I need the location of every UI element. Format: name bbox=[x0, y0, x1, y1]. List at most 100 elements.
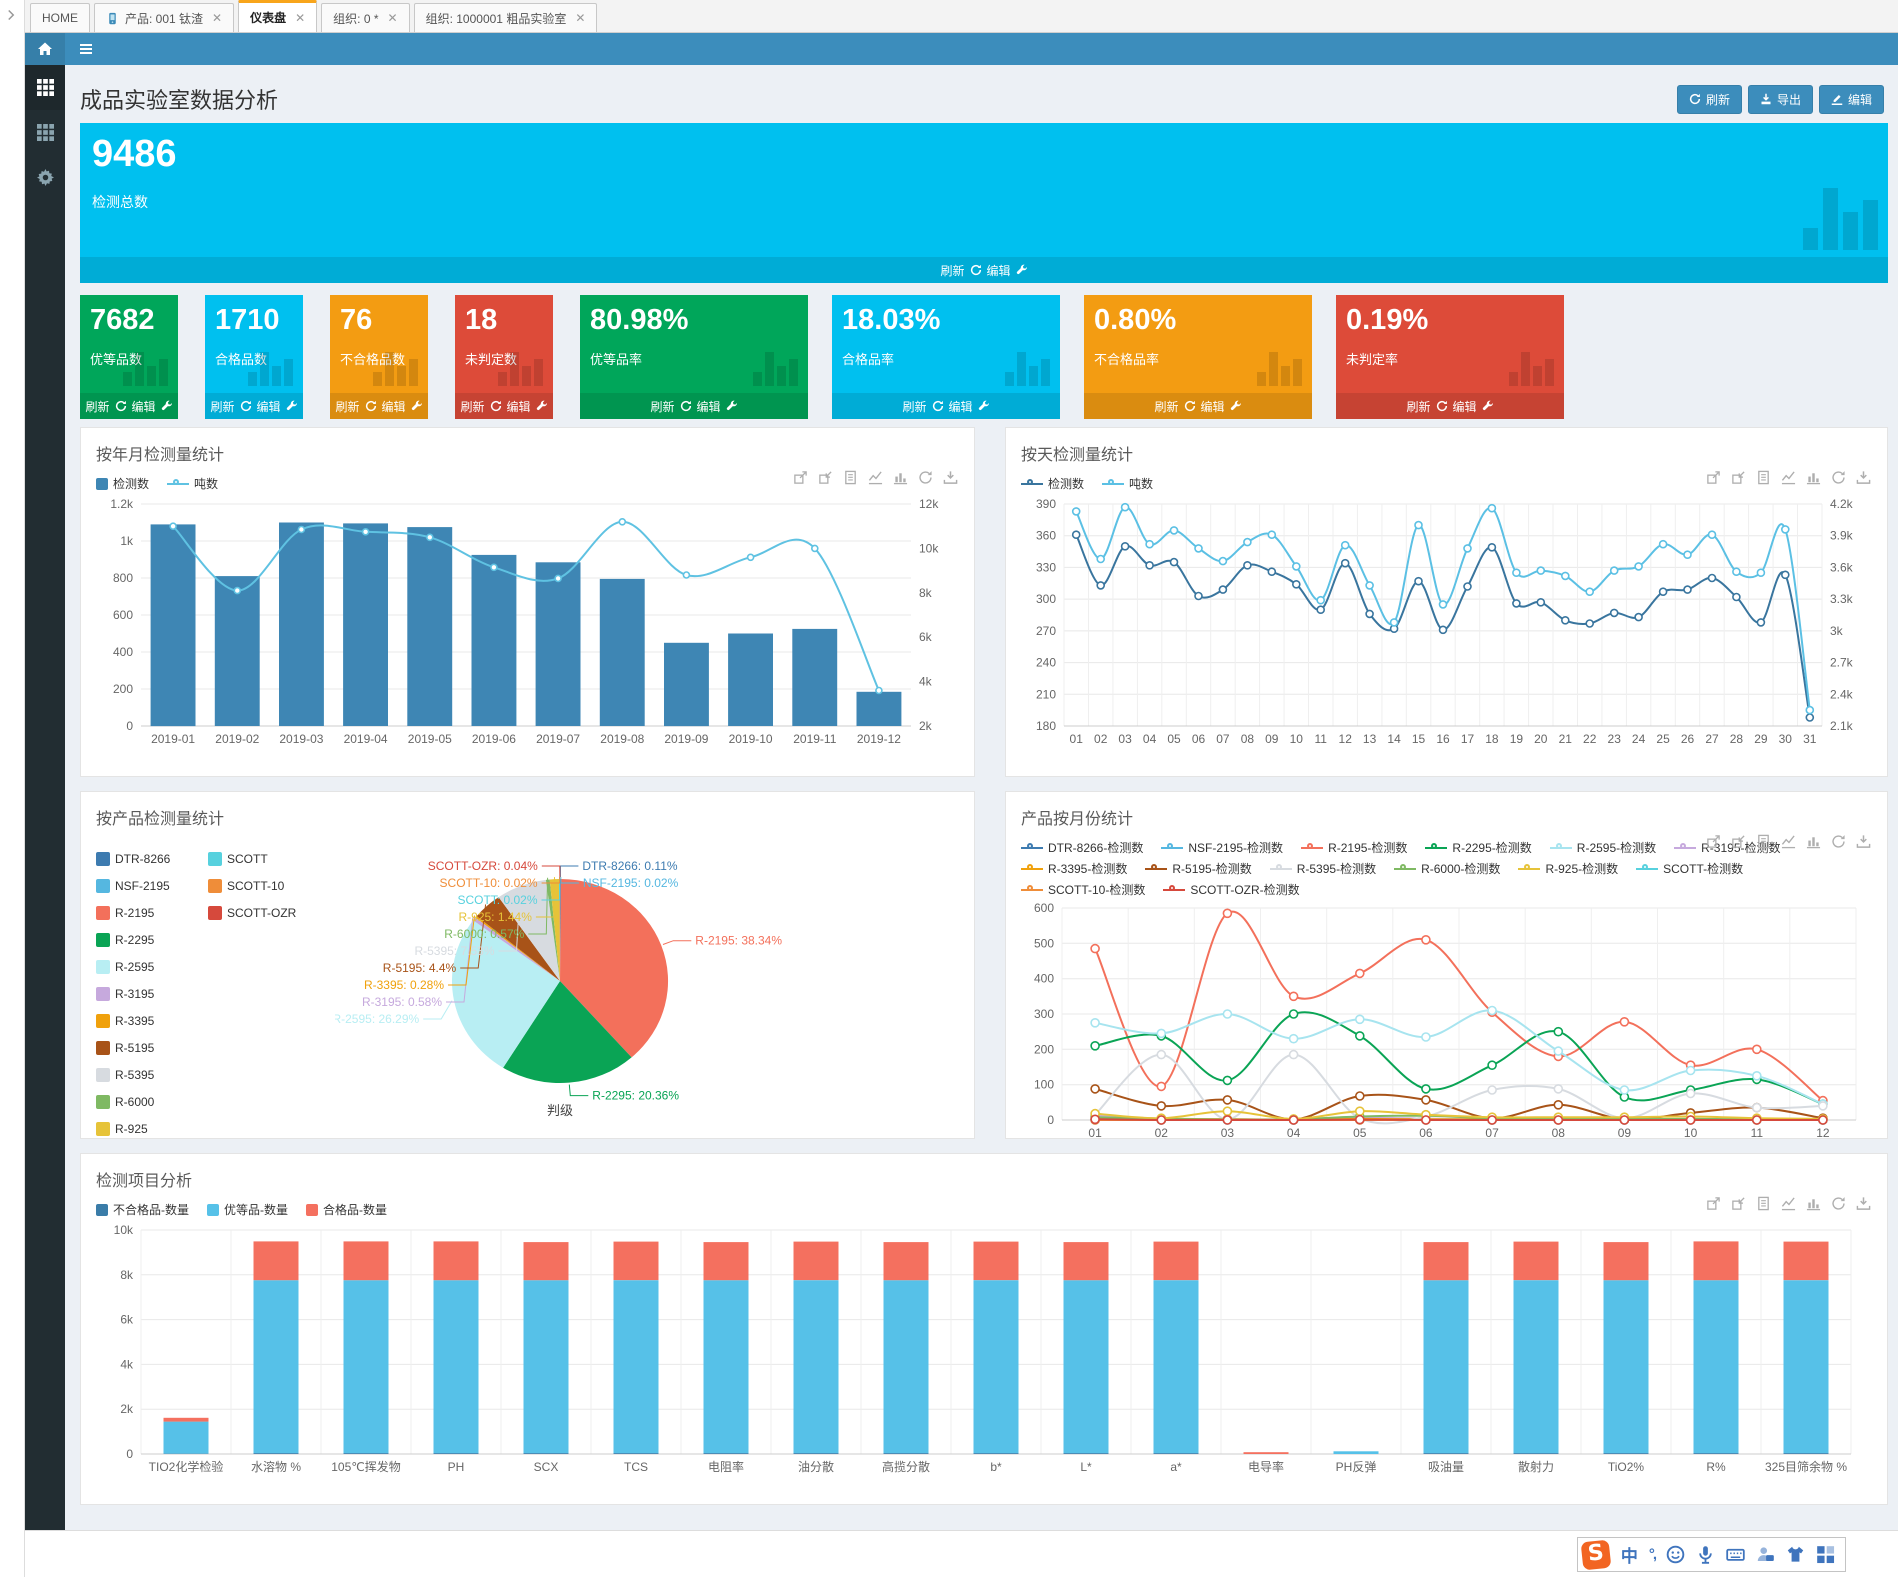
sidebar-item-settings-gear[interactable] bbox=[25, 155, 65, 200]
toolbox-switch-line-icon[interactable] bbox=[1781, 470, 1796, 485]
refresh-button[interactable]: 刷新 bbox=[1677, 85, 1742, 114]
legend-item-不合格品-数量[interactable]: 不合格品-数量 bbox=[96, 1201, 189, 1218]
skin-icon[interactable] bbox=[1786, 1545, 1805, 1564]
card-footer[interactable]: 刷新编辑 bbox=[832, 393, 1060, 419]
tab-item-4[interactable]: 组织: 1000001 粗品实验室✕ bbox=[414, 3, 598, 32]
legend-item-R-5395-检测数[interactable]: R-5395-检测数 bbox=[1270, 860, 1376, 877]
microphone-icon[interactable] bbox=[1696, 1545, 1715, 1564]
legend-item-R-6000-检测数[interactable]: R-6000-检测数 bbox=[1394, 860, 1500, 877]
pie-canvas[interactable]: DTR-8266: 0.11%NSF-2195: 0.02%R-2195: 38… bbox=[323, 829, 970, 1142]
sidebar-item-modules-grid[interactable] bbox=[25, 110, 65, 155]
card-footer[interactable]: 刷新编辑 bbox=[580, 393, 808, 419]
tab-home[interactable]: HOME bbox=[30, 3, 90, 32]
toolbox-save-image-icon[interactable] bbox=[1856, 1196, 1871, 1211]
legend-item-R-2195-检测数[interactable]: R-2195-检测数 bbox=[1301, 839, 1407, 856]
toolbox-switch-line-icon[interactable] bbox=[868, 470, 883, 485]
toolbox-save-image-icon[interactable] bbox=[1856, 470, 1871, 485]
toolbox-zoom-reset-icon[interactable] bbox=[1731, 834, 1746, 849]
chart-canvas[interactable]: 02k4k6k8k10kTIO2化学检验水溶物 %105℃挥发物PHSCXTCS… bbox=[81, 1218, 1887, 1491]
legend-item-R-925[interactable]: R-925 bbox=[96, 1115, 208, 1142]
toolbox-switch-line-icon[interactable] bbox=[1781, 1196, 1796, 1211]
card-footer[interactable]: 刷新编辑 bbox=[1336, 393, 1564, 419]
toolbox-save-image-icon[interactable] bbox=[1856, 834, 1871, 849]
toolbox-region-zoom-icon[interactable] bbox=[1706, 470, 1721, 485]
card-footer[interactable]: 刷新编辑 bbox=[205, 393, 303, 419]
punctuation-toggle[interactable]: °, bbox=[1649, 1546, 1655, 1563]
legend-item-合格品-数量[interactable]: 合格品-数量 bbox=[306, 1201, 387, 1218]
legend-item-R-925-检测数[interactable]: R-925-检测数 bbox=[1518, 860, 1618, 877]
chart-canvas[interactable]: 1802102402703003303603902.1k2.4k2.7k3k3.… bbox=[1006, 492, 1887, 759]
legend-item-SCOTT-OZR[interactable]: SCOTT-OZR bbox=[208, 899, 328, 926]
toolbox-grid-icon[interactable] bbox=[1816, 1545, 1835, 1564]
toolbox-data-view-icon[interactable] bbox=[1756, 834, 1771, 849]
toolbox-data-view-icon[interactable] bbox=[843, 470, 858, 485]
toolbox-switch-bar-icon[interactable] bbox=[1806, 1196, 1821, 1211]
legend-item-SCOTT-检测数[interactable]: SCOTT-检测数 bbox=[1636, 860, 1743, 877]
toolbox-switch-line-icon[interactable] bbox=[1781, 834, 1796, 849]
legend-item-DTR-8266-检测数[interactable]: DTR-8266-检测数 bbox=[1021, 839, 1143, 856]
tab-dashboard[interactable]: 仪表盘✕ bbox=[238, 0, 317, 32]
tab-close-icon[interactable]: ✕ bbox=[388, 11, 398, 25]
toolbox-region-zoom-icon[interactable] bbox=[1706, 834, 1721, 849]
legend-item-优等品-数量[interactable]: 优等品-数量 bbox=[207, 1201, 288, 1218]
legend-item-检测数[interactable]: 检测数 bbox=[1021, 475, 1084, 492]
box-footer[interactable]: 刷新编辑 bbox=[80, 257, 1888, 283]
toolbox-zoom-reset-icon[interactable] bbox=[1731, 470, 1746, 485]
toolbox-switch-bar-icon[interactable] bbox=[1806, 834, 1821, 849]
toolbox-region-zoom-icon[interactable] bbox=[1706, 1196, 1721, 1211]
chinese-mode-toggle[interactable]: 中 bbox=[1621, 1542, 1638, 1567]
legend-item-R-2195[interactable]: R-2195 bbox=[96, 899, 208, 926]
toolbox-data-view-icon[interactable] bbox=[1756, 470, 1771, 485]
legend-item-R-3195[interactable]: R-3195 bbox=[96, 980, 208, 1007]
tab-item-3[interactable]: 组织: 0 *✕ bbox=[321, 3, 409, 32]
legend-item-R-2595-检测数[interactable]: R-2595-检测数 bbox=[1550, 839, 1656, 856]
toolbox-switch-bar-icon[interactable] bbox=[893, 470, 908, 485]
tab-close-icon[interactable]: ✕ bbox=[295, 11, 305, 25]
tab-close-icon[interactable]: ✕ bbox=[212, 11, 222, 25]
tab-close-icon[interactable]: ✕ bbox=[575, 11, 585, 25]
card-footer[interactable]: 刷新编辑 bbox=[1084, 393, 1312, 419]
legend-item-R-2295[interactable]: R-2295 bbox=[96, 926, 208, 953]
legend-item-R-5195[interactable]: R-5195 bbox=[96, 1034, 208, 1061]
sidebar-item-dashboard-grid[interactable] bbox=[25, 65, 65, 110]
toolbox-region-zoom-icon[interactable] bbox=[793, 470, 808, 485]
legend-item-NSF-2195-检测数[interactable]: NSF-2195-检测数 bbox=[1161, 839, 1283, 856]
legend-item-R-6000[interactable]: R-6000 bbox=[96, 1088, 208, 1115]
chart-canvas[interactable]: 02004006008001k1.2k2k4k6k8k10k12k2019-01… bbox=[81, 492, 974, 759]
emoji-icon[interactable] bbox=[1666, 1545, 1685, 1564]
toolbox-switch-bar-icon[interactable] bbox=[1806, 470, 1821, 485]
legend-item-R-3395-检测数[interactable]: R-3395-检测数 bbox=[1021, 860, 1127, 877]
account-icon[interactable] bbox=[1756, 1545, 1775, 1564]
toolbox-restore-icon[interactable] bbox=[1831, 834, 1846, 849]
legend-item-检测数[interactable]: 检测数 bbox=[96, 475, 149, 492]
toolbox-data-view-icon[interactable] bbox=[1756, 1196, 1771, 1211]
legend-item-DTR-8266[interactable]: DTR-8266 bbox=[96, 845, 208, 872]
legend-item-R-2295-检测数[interactable]: R-2295-检测数 bbox=[1425, 839, 1531, 856]
toolbox-zoom-reset-icon[interactable] bbox=[1731, 1196, 1746, 1211]
legend-item-吨数[interactable]: 吨数 bbox=[167, 475, 218, 492]
toolbox-restore-icon[interactable] bbox=[1831, 1196, 1846, 1211]
legend-item-R-2595[interactable]: R-2595 bbox=[96, 953, 208, 980]
legend-item-R-5395[interactable]: R-5395 bbox=[96, 1061, 208, 1088]
edit-button[interactable]: 编辑 bbox=[1819, 85, 1884, 114]
sogou-logo[interactable]: S bbox=[1580, 1539, 1611, 1570]
card-footer[interactable]: 刷新编辑 bbox=[455, 393, 553, 419]
logo-home[interactable] bbox=[25, 33, 65, 65]
legend-item-吨数[interactable]: 吨数 bbox=[1102, 475, 1153, 492]
legend-item-SCOTT-OZR-检测数[interactable]: SCOTT-OZR-检测数 bbox=[1163, 881, 1299, 898]
export-button[interactable]: 导出 bbox=[1748, 85, 1813, 114]
toolbox-save-image-icon[interactable] bbox=[943, 470, 958, 485]
tab-item-1[interactable]: 产品: 001 钛渣✕ bbox=[94, 3, 234, 32]
legend-item-R-5195-检测数[interactable]: R-5195-检测数 bbox=[1145, 860, 1251, 877]
legend-item-R-3395[interactable]: R-3395 bbox=[96, 1007, 208, 1034]
toolbox-zoom-reset-icon[interactable] bbox=[818, 470, 833, 485]
toolbox-restore-icon[interactable] bbox=[1831, 470, 1846, 485]
legend-item-SCOTT[interactable]: SCOTT bbox=[208, 845, 328, 872]
card-footer[interactable]: 刷新编辑 bbox=[80, 393, 178, 419]
expand-panel-icon[interactable] bbox=[5, 9, 17, 21]
sidebar-toggle-icon[interactable] bbox=[78, 41, 94, 57]
legend-item-SCOTT-10[interactable]: SCOTT-10 bbox=[208, 872, 328, 899]
legend-item-NSF-2195[interactable]: NSF-2195 bbox=[96, 872, 208, 899]
legend-item-SCOTT-10-检测数[interactable]: SCOTT-10-检测数 bbox=[1021, 881, 1145, 898]
card-footer[interactable]: 刷新编辑 bbox=[330, 393, 428, 419]
